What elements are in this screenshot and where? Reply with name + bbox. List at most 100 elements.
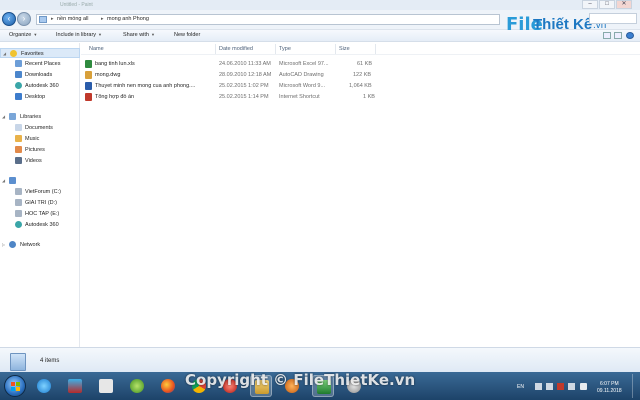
file-name: mong.dwg	[95, 71, 121, 78]
caret-down-icon: ▼	[98, 32, 103, 37]
help-icon[interactable]	[626, 32, 634, 39]
table-row[interactable]: Tổng hợp đồ án 25.02.2015 1:14 PM Intern…	[85, 92, 385, 102]
search-input[interactable]	[589, 13, 637, 24]
taskbar-app-grid[interactable]	[95, 375, 117, 397]
nav-item-music[interactable]: Music	[0, 134, 80, 144]
expand-icon[interactable]: ◢	[2, 114, 5, 119]
chevron-right-icon: ▸	[51, 16, 54, 22]
nav-item-label: VietForum (C:)	[25, 188, 61, 195]
table-row[interactable]: mong.dwg 28.09.2010 12:18 AM AutoCAD Dra…	[85, 70, 385, 80]
nav-item-documents[interactable]: Documents	[0, 123, 80, 133]
column-header-type[interactable]: Type	[279, 46, 291, 52]
table-row[interactable]: Thuyet minh nen mong cua anh phong.... 2…	[85, 81, 385, 91]
show-desktop-button[interactable]	[632, 374, 638, 398]
nav-item-label: HOC TAP (E:)	[25, 210, 60, 217]
volume-icon[interactable]	[580, 383, 587, 390]
navigation-pane: ◢ Favorites Recent Places Downloads Auto…	[0, 43, 80, 347]
new-folder-button[interactable]: New folder	[174, 32, 200, 38]
nav-item-videos[interactable]: Videos	[0, 156, 80, 166]
recent-places-icon	[15, 60, 22, 67]
column-divider[interactable]	[335, 44, 336, 54]
preview-pane-icon[interactable]	[614, 32, 622, 39]
table-row[interactable]: bang tinh lun.xls 24.06.2010 11:33 AM Mi…	[85, 59, 385, 69]
file-list: Name Date modified Type Size bang tinh l…	[81, 43, 640, 347]
window-title: Untitled - Paint	[60, 2, 93, 8]
taskbar-firefox[interactable]	[157, 375, 179, 397]
start-button[interactable]	[4, 375, 26, 397]
folder-icon	[39, 16, 47, 23]
nav-item-autodesk-360-drive[interactable]: Autodesk 360	[0, 220, 80, 230]
drive-icon	[15, 210, 22, 217]
desktop-icon	[15, 93, 22, 100]
nav-libraries[interactable]: ◢ Libraries	[0, 112, 80, 122]
windows-logo-icon	[11, 382, 20, 391]
column-header-size[interactable]: Size	[339, 46, 350, 52]
file-type: Microsoft Excel 97...	[279, 60, 329, 67]
clock[interactable]: 6:07 PM 09.11.2018	[597, 381, 622, 395]
tray-icon[interactable]	[535, 383, 542, 390]
copyright-watermark: Copyright © FileThietKe.vn	[185, 371, 416, 389]
taskbar-app-tv[interactable]	[64, 375, 86, 397]
tray-icon[interactable]	[568, 383, 575, 390]
autodesk-360-icon	[15, 221, 22, 228]
nav-item-label: Autodesk 360	[25, 221, 59, 228]
share-with-button[interactable]: Share with ▼	[123, 32, 155, 38]
include-in-library-button[interactable]: Include in library ▼	[56, 32, 102, 38]
details-pane: 4 items	[0, 347, 640, 372]
nav-favorites[interactable]: ◢ Favorites	[0, 48, 80, 58]
taskbar-app-green[interactable]	[126, 375, 148, 397]
tray-icon[interactable]	[546, 383, 553, 390]
column-divider[interactable]	[275, 44, 276, 54]
file-name: Thuyet minh nen mong cua anh phong....	[95, 82, 196, 89]
expand-icon[interactable]: ◢	[3, 51, 6, 56]
nav-computer[interactable]: ◢	[0, 176, 80, 186]
firefox-icon	[161, 379, 175, 393]
expand-icon[interactable]: ◢	[2, 178, 5, 183]
breadcrumb-item[interactable]: mong anh Phong	[107, 16, 149, 22]
column-header-name[interactable]: Name	[89, 46, 104, 52]
libraries-icon	[9, 113, 16, 120]
breadcrumb-item[interactable]: nền móng all	[57, 16, 89, 22]
column-divider[interactable]	[375, 44, 376, 54]
minimize-button[interactable]: –	[582, 0, 598, 9]
file-date: 25.02.2015 1:14 PM	[219, 93, 269, 100]
internet-explorer-icon	[37, 379, 51, 393]
file-date: 28.09.2010 12:18 AM	[219, 71, 272, 78]
tray-icon[interactable]	[557, 383, 564, 390]
address-bar[interactable]: ▸ nền móng all ▸ mong anh Phong	[36, 14, 500, 25]
expand-icon[interactable]: ▷	[2, 242, 5, 247]
autodesk-360-icon	[15, 82, 22, 89]
nav-item-pictures[interactable]: Pictures	[0, 145, 80, 155]
file-type: Internet Shortcut	[279, 93, 320, 100]
maximize-button[interactable]: □	[599, 0, 615, 9]
word-icon	[85, 82, 92, 90]
nav-item-label: Pictures	[25, 146, 45, 153]
back-button[interactable]: ‹	[2, 12, 16, 26]
taskbar-internet-explorer[interactable]	[33, 375, 55, 397]
drive-icon	[15, 199, 22, 206]
nav-item-drive-d[interactable]: GIAI TRI (D:)	[0, 198, 80, 208]
nav-item-label: Music	[25, 135, 40, 142]
column-divider[interactable]	[215, 44, 216, 54]
drive-icon	[15, 188, 22, 195]
star-icon	[10, 50, 17, 57]
organize-button[interactable]: Organize ▼	[9, 32, 37, 38]
file-name: Tổng hợp đồ án	[95, 93, 135, 100]
column-header-date[interactable]: Date modified	[219, 46, 253, 52]
view-options-icon[interactable]	[603, 32, 611, 39]
nav-item-recent-places[interactable]: Recent Places	[0, 59, 80, 69]
nav-item-drive-c[interactable]: VietForum (C:)	[0, 187, 80, 197]
nav-network[interactable]: ▷ Network	[0, 240, 80, 250]
caret-down-icon: ▼	[151, 32, 155, 37]
forward-button[interactable]: ›	[17, 12, 31, 26]
nav-item-downloads[interactable]: Downloads	[0, 70, 80, 80]
green-app-icon	[130, 379, 144, 393]
nav-item-desktop[interactable]: Desktop	[0, 92, 80, 102]
nav-item-autodesk-360[interactable]: Autodesk 360	[0, 81, 80, 91]
language-indicator[interactable]: EN	[517, 384, 524, 390]
close-button[interactable]: ✕	[616, 0, 632, 9]
documents-icon	[15, 124, 22, 131]
nav-item-label: Videos	[25, 157, 42, 164]
chevron-right-icon: ▸	[101, 16, 104, 22]
nav-item-drive-e[interactable]: HOC TAP (E:)	[0, 209, 80, 219]
